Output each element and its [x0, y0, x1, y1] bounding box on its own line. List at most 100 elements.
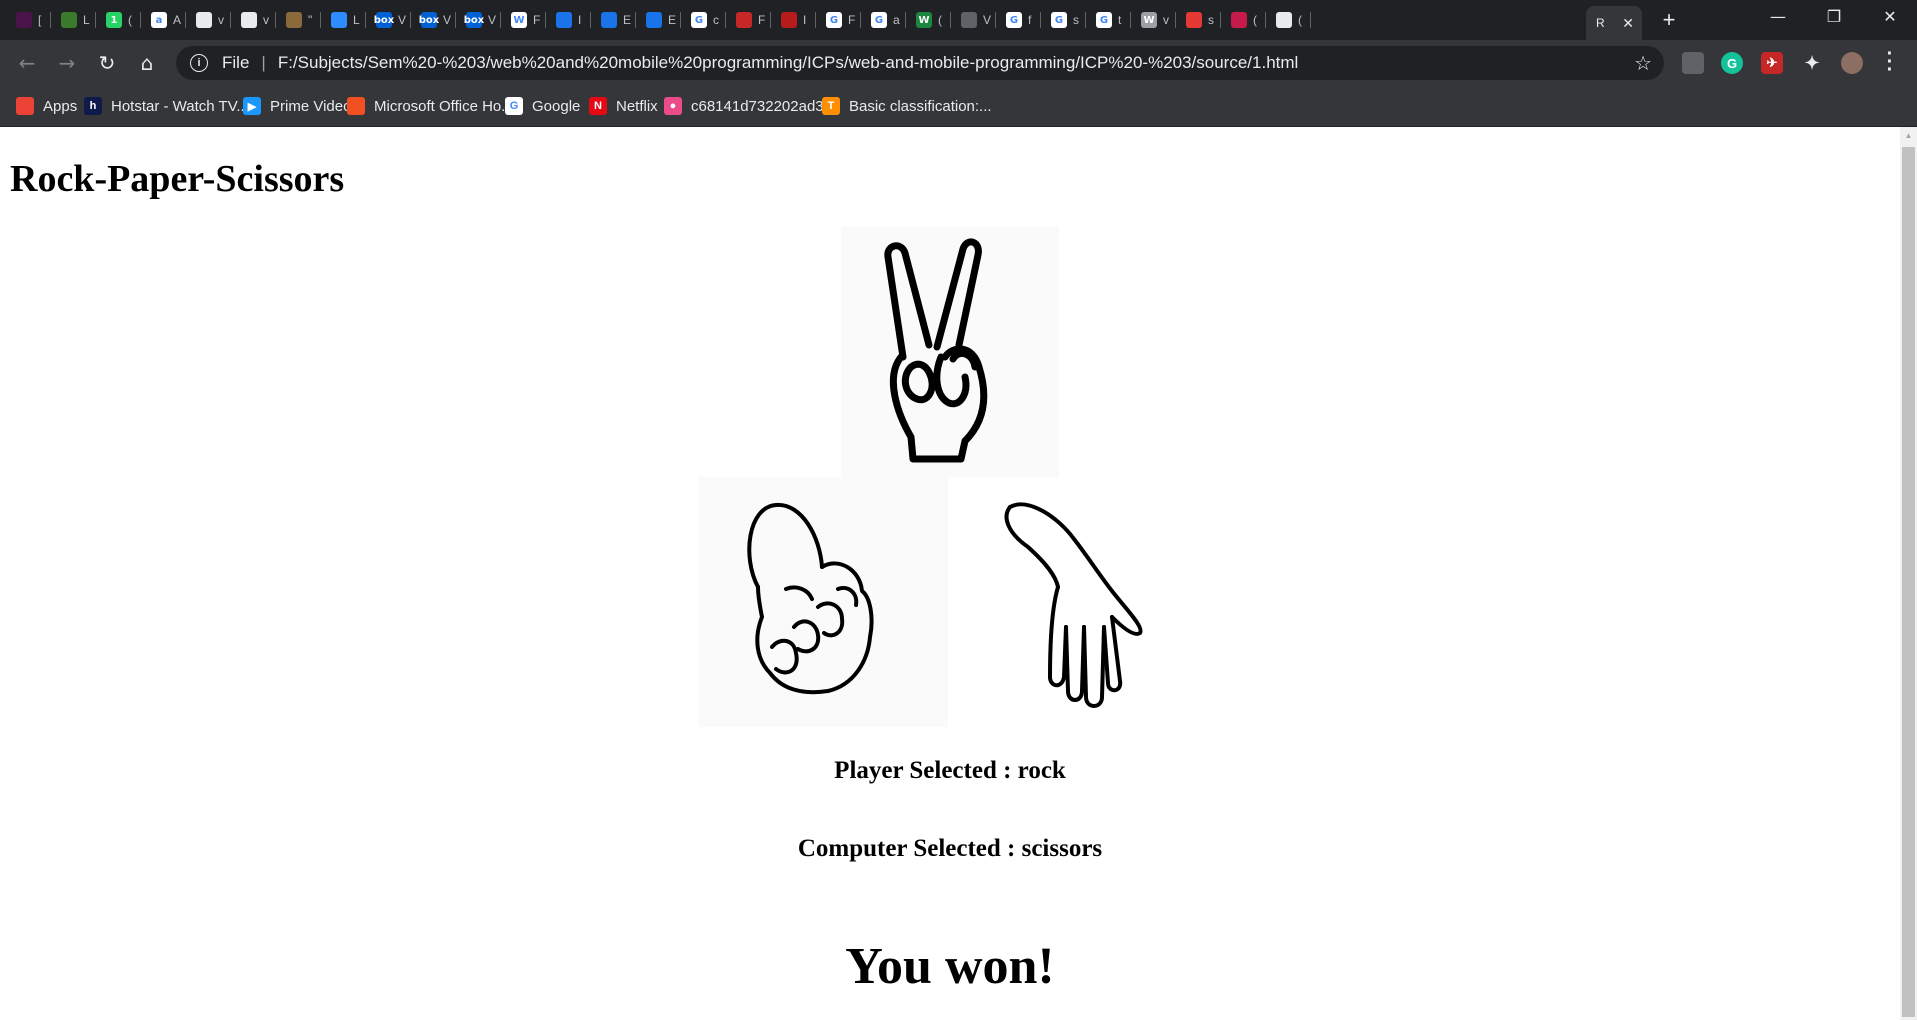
forward-arrow-icon[interactable]: → — [52, 48, 82, 78]
tab-item[interactable]: box V — [366, 6, 411, 34]
tab-label: I — [803, 13, 807, 27]
address-bar[interactable]: i File | F:/Subjects/Sem%20-%203/web%20a… — [176, 46, 1664, 80]
bookmark-item[interactable]: Microsoft Office Ho... — [347, 94, 514, 118]
tab-label: ( — [128, 13, 132, 27]
tab-item[interactable]: ( — [1266, 6, 1311, 34]
tab-label: s — [1073, 13, 1079, 27]
tab-item[interactable]: [ — [6, 6, 51, 34]
tab-label: V — [488, 13, 497, 27]
tab-label: V — [398, 13, 407, 27]
box-icon: box — [464, 12, 484, 28]
extension-square-icon[interactable] — [1682, 52, 1704, 74]
tab-item[interactable]: W( — [906, 6, 951, 34]
tab-item[interactable]: F — [726, 6, 771, 34]
back-arrow-icon[interactable]: ← — [12, 48, 42, 78]
tab-item[interactable]: box V — [456, 6, 501, 34]
scrollbar-thumb[interactable] — [1902, 147, 1915, 1017]
scissors-hand-image[interactable] — [841, 227, 1059, 477]
tab-item[interactable]: Wv — [1131, 6, 1176, 34]
bookmark-label: Microsoft Office Ho... — [374, 97, 514, 115]
address-divider: | — [261, 53, 266, 72]
tab-item[interactable]: v — [231, 6, 276, 34]
home-icon[interactable]: ⌂ — [132, 48, 162, 78]
tab-item[interactable]: GF — [816, 6, 861, 34]
tab-item[interactable]: WF — [501, 6, 546, 34]
bookmark-label: Prime Video — [270, 97, 352, 115]
tab-active-label: R — [1596, 16, 1605, 30]
rock-hand-image[interactable] — [698, 477, 948, 727]
tab-item[interactable]: I — [546, 6, 591, 34]
tab-label: F — [848, 13, 856, 27]
menu-dots-icon[interactable]: · · · — [1884, 44, 1896, 80]
tab-item[interactable]: Gc — [681, 6, 726, 34]
tab-item[interactable]: V — [951, 6, 996, 34]
tab-item[interactable]: E — [636, 6, 681, 34]
raspberry-icon — [1231, 12, 1247, 28]
bookmark-item[interactable]: T Basic classification:... — [822, 94, 992, 118]
tab-item[interactable]: Gf — [996, 6, 1041, 34]
close-window-button[interactable]: ✕ — [1862, 0, 1917, 34]
tab-label: [ — [38, 13, 42, 27]
tab-item[interactable]: aA — [141, 6, 186, 34]
google-icon: G — [505, 97, 523, 115]
minimize-button[interactable]: — — [1750, 0, 1806, 34]
tab-item[interactable]: E — [591, 6, 636, 34]
result-text: You won! — [845, 938, 1055, 995]
google-icon: G — [826, 12, 842, 28]
grammarly-icon[interactable]: G — [1721, 52, 1743, 74]
tab-label: I — [578, 13, 582, 27]
tab-close-icon[interactable]: ✕ — [1622, 15, 1634, 32]
paper-hand-image[interactable] — [948, 477, 1198, 727]
tab-item[interactable]: ( — [1221, 6, 1266, 34]
hotstar-icon: h — [84, 97, 102, 115]
profile-avatar[interactable] — [1841, 52, 1863, 74]
tab-item[interactable]: 1( — [96, 6, 141, 34]
tab-label: V — [443, 13, 452, 27]
tab-item[interactable]: box V — [411, 6, 456, 34]
bookmark-label: Hotstar - Watch TV... — [111, 97, 249, 115]
tab-item[interactable]: v — [186, 6, 231, 34]
tab-label: c — [713, 13, 719, 27]
bookmark-item[interactable]: ▶ Prime Video — [243, 94, 351, 118]
bookmark-item[interactable]: G Google — [505, 94, 580, 118]
wikipedia-icon: W — [511, 12, 527, 28]
flag-icon — [736, 12, 752, 28]
tab-item[interactable]: I — [771, 6, 816, 34]
tab-item[interactable]: Gt — [1086, 6, 1131, 34]
address-url[interactable]: F:/Subjects/Sem%20-%203/web%20and%20mobi… — [278, 53, 1299, 73]
tab-label: F — [758, 13, 766, 27]
tab-label: " — [308, 13, 313, 27]
bookmark-item[interactable]: ● c68141d732202ad3... — [664, 94, 836, 118]
bookmark-star-icon[interactable]: ☆ — [1634, 51, 1652, 75]
tab-item[interactable]: " — [276, 6, 321, 34]
google-icon: G — [1096, 12, 1112, 28]
bookmark-item[interactable]: h Hotstar - Watch TV... — [84, 94, 249, 118]
bookmark-item[interactable]: N Netflix — [589, 94, 658, 118]
globe-icon — [961, 12, 977, 28]
tab-label: ( — [1298, 13, 1302, 27]
reload-icon[interactable]: ↻ — [92, 48, 122, 78]
extensions-puzzle-icon[interactable]: ✦ — [1801, 52, 1823, 74]
google-icon: G — [871, 12, 887, 28]
computer-selection-text: Computer Selected : scissors — [797, 835, 1103, 862]
tab-item[interactable]: Ga — [861, 6, 906, 34]
tab-label: E — [623, 13, 632, 27]
tab-item[interactable]: s — [1176, 6, 1221, 34]
tab-label: ( — [938, 13, 942, 27]
tab-label: f — [1028, 13, 1032, 27]
amazon-icon: a — [151, 12, 167, 28]
w-green-icon: W — [916, 12, 932, 28]
info-icon[interactable]: i — [190, 54, 208, 72]
tab-active[interactable]: R ✕ — [1586, 6, 1642, 40]
pocket-rocket-icon[interactable]: ✈ — [1761, 52, 1783, 74]
tab-item[interactable]: L — [321, 6, 366, 34]
tab-item[interactable]: Gs — [1041, 6, 1086, 34]
restore-button[interactable]: ❐ — [1806, 0, 1862, 34]
github-icon — [196, 12, 212, 28]
new-tab-button[interactable]: + — [1655, 6, 1683, 34]
vertical-scrollbar[interactable]: ▲ — [1900, 127, 1917, 1020]
tab-item[interactable]: L — [51, 6, 96, 34]
bookmark-item[interactable]: Apps — [16, 94, 77, 118]
w-script-icon: W — [1141, 12, 1157, 28]
scroll-up-arrow-icon[interactable]: ▲ — [1900, 127, 1917, 144]
